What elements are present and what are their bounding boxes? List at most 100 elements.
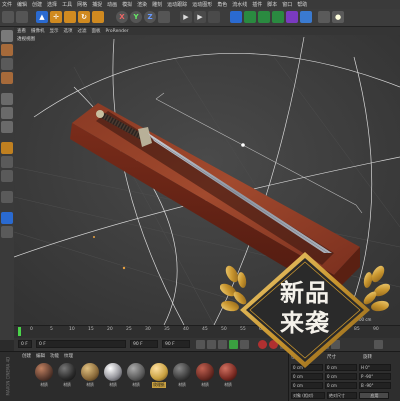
material-item[interactable]: 材质 bbox=[126, 363, 146, 388]
menu-item-create[interactable]: 创建 bbox=[32, 1, 42, 8]
end-frame-field[interactable]: 90 F bbox=[130, 340, 158, 348]
vp-menu-camera[interactable]: 摄像机 bbox=[31, 28, 45, 34]
coord-mode-select[interactable]: 对象 (相对) bbox=[291, 391, 325, 399]
material-item[interactable]: 材质 bbox=[195, 363, 215, 388]
material-list: 材质 材质 材质 材质 材质 纹理纸 材质 材质 材质 bbox=[34, 363, 238, 388]
points-mode-icon[interactable] bbox=[1, 93, 13, 105]
redo-icon[interactable] bbox=[16, 11, 28, 23]
material-item[interactable]: 材质 bbox=[80, 363, 100, 388]
recent-tool-icon[interactable] bbox=[92, 11, 104, 23]
menu-item-character[interactable]: 角色 bbox=[217, 1, 227, 8]
size-mode-select[interactable]: 绝对尺寸 bbox=[327, 391, 357, 399]
apply-button[interactable]: 应用 bbox=[359, 391, 389, 399]
render-view-icon[interactable]: ▶ bbox=[180, 11, 192, 23]
cube-icon[interactable] bbox=[230, 11, 242, 23]
mat-menu-edit[interactable]: 编辑 bbox=[36, 353, 45, 359]
render-settings-icon[interactable] bbox=[208, 11, 220, 23]
snap-icon[interactable] bbox=[1, 170, 13, 182]
array-icon[interactable] bbox=[272, 11, 284, 23]
goto-start-icon[interactable] bbox=[196, 340, 205, 349]
tick-30: 30 bbox=[145, 327, 151, 332]
grid-icon[interactable] bbox=[1, 212, 13, 224]
end-frame-field-2[interactable]: 90 F bbox=[162, 340, 190, 348]
vp-menu-view[interactable]: 查看 bbox=[17, 28, 26, 34]
material-preview bbox=[150, 363, 168, 381]
menu-item-select[interactable]: 选择 bbox=[47, 1, 57, 8]
scale-icon[interactable] bbox=[64, 11, 76, 23]
render-picture-viewer-icon[interactable]: ▶ bbox=[194, 11, 206, 23]
axis-y-button[interactable]: Y bbox=[130, 11, 142, 23]
polygons-mode-icon[interactable] bbox=[1, 121, 13, 133]
menu-item-animate[interactable]: 动画 bbox=[107, 1, 117, 8]
material-item[interactable]: 材质 bbox=[57, 363, 77, 388]
promo-badge: 新品 来袭 bbox=[220, 250, 390, 385]
coordinate-system-icon[interactable] bbox=[158, 11, 170, 23]
menu-item-sculpt[interactable]: 雕刻 bbox=[152, 1, 162, 8]
start-frame-field[interactable]: 0 F bbox=[18, 340, 32, 348]
tick-15: 15 bbox=[88, 327, 94, 332]
undo-icon[interactable] bbox=[2, 11, 14, 23]
vp-menu-options[interactable]: 选项 bbox=[64, 28, 73, 34]
live-select-icon[interactable]: ▲ bbox=[36, 11, 48, 23]
menu-item-mesh[interactable]: 网格 bbox=[77, 1, 87, 8]
menu-item-snap[interactable]: 捕捉 bbox=[92, 1, 102, 8]
menu-item-help[interactable]: 帮助 bbox=[297, 1, 307, 8]
brand-vertical: MAXON CINEMA 4D bbox=[1, 352, 13, 400]
vp-menu-panel[interactable]: 面板 bbox=[92, 28, 101, 34]
menu-item-pipeline[interactable]: 流水线 bbox=[232, 1, 247, 8]
menu-item-mograph[interactable]: 运动图形 bbox=[192, 1, 212, 8]
vp-menu-filter[interactable]: 过滤 bbox=[78, 28, 87, 34]
menu-item-render[interactable]: 渲染 bbox=[137, 1, 147, 8]
menu-item-window[interactable]: 窗口 bbox=[282, 1, 292, 8]
tick-40: 40 bbox=[183, 327, 189, 332]
camera-icon[interactable] bbox=[318, 11, 330, 23]
vp-menu-prorender[interactable]: ProRender bbox=[106, 29, 129, 34]
badge-line-1: 新品 bbox=[280, 278, 330, 307]
vp-menu-display[interactable]: 显示 bbox=[50, 28, 59, 34]
tick-20: 20 bbox=[107, 327, 113, 332]
make-editable-icon[interactable] bbox=[1, 30, 13, 42]
main-toolbar: ▲ ✛ ↻ X Y Z ▶ ▶ ● bbox=[0, 9, 400, 27]
timeline-playhead[interactable] bbox=[18, 327, 21, 336]
light-icon[interactable]: ● bbox=[332, 11, 344, 23]
texture-mode-icon[interactable] bbox=[1, 58, 13, 70]
material-item[interactable]: 材质 bbox=[103, 363, 123, 388]
move-icon[interactable]: ✛ bbox=[50, 11, 62, 23]
workplane-icon[interactable] bbox=[1, 72, 13, 84]
deformer-icon[interactable] bbox=[286, 11, 298, 23]
viewport-label: 透视视图 bbox=[17, 37, 35, 42]
mat-menu-texture[interactable]: 纹理 bbox=[64, 353, 73, 359]
material-preview bbox=[127, 363, 145, 381]
material-preview bbox=[196, 363, 214, 381]
solo-icon[interactable] bbox=[1, 191, 13, 203]
material-preview bbox=[104, 363, 122, 381]
pen-icon[interactable] bbox=[244, 11, 256, 23]
floor-icon[interactable] bbox=[300, 11, 312, 23]
menu-item-plugins[interactable]: 插件 bbox=[252, 1, 262, 8]
menu-item-motion-tracking[interactable]: 运动跟踪 bbox=[167, 1, 187, 8]
menu-item-script[interactable]: 脚本 bbox=[267, 1, 277, 8]
menu-item-edit[interactable]: 编辑 bbox=[17, 1, 27, 8]
lock-workplane-icon[interactable] bbox=[1, 226, 13, 238]
menu-item-file[interactable]: 文件 bbox=[2, 1, 12, 8]
material-item-selected[interactable]: 纹理纸 bbox=[149, 363, 169, 388]
prev-key-icon[interactable] bbox=[207, 340, 216, 349]
mat-menu-function[interactable]: 功能 bbox=[50, 353, 59, 359]
axis-x-button[interactable]: X bbox=[116, 11, 128, 23]
edges-mode-icon[interactable] bbox=[1, 107, 13, 119]
material-menu: 创建 编辑 功能 纹理 bbox=[22, 353, 73, 359]
menu-item-simulate[interactable]: 模拟 bbox=[122, 1, 132, 8]
mat-menu-create[interactable]: 创建 bbox=[22, 353, 31, 359]
material-preview bbox=[81, 363, 99, 381]
axis-z-button[interactable]: Z bbox=[144, 11, 156, 23]
axis-mode-icon[interactable] bbox=[1, 142, 13, 154]
model-mode-icon[interactable] bbox=[1, 44, 13, 56]
menu-item-tools[interactable]: 工具 bbox=[62, 1, 72, 8]
rotate-icon[interactable]: ↻ bbox=[78, 11, 90, 23]
subdivision-icon[interactable] bbox=[258, 11, 270, 23]
current-frame-field[interactable]: 0 F bbox=[36, 340, 126, 348]
badge-line-2: 来袭 bbox=[280, 308, 330, 337]
material-item[interactable]: 材质 bbox=[34, 363, 54, 388]
material-item[interactable]: 材质 bbox=[172, 363, 192, 388]
tweak-mode-icon[interactable] bbox=[1, 156, 13, 168]
